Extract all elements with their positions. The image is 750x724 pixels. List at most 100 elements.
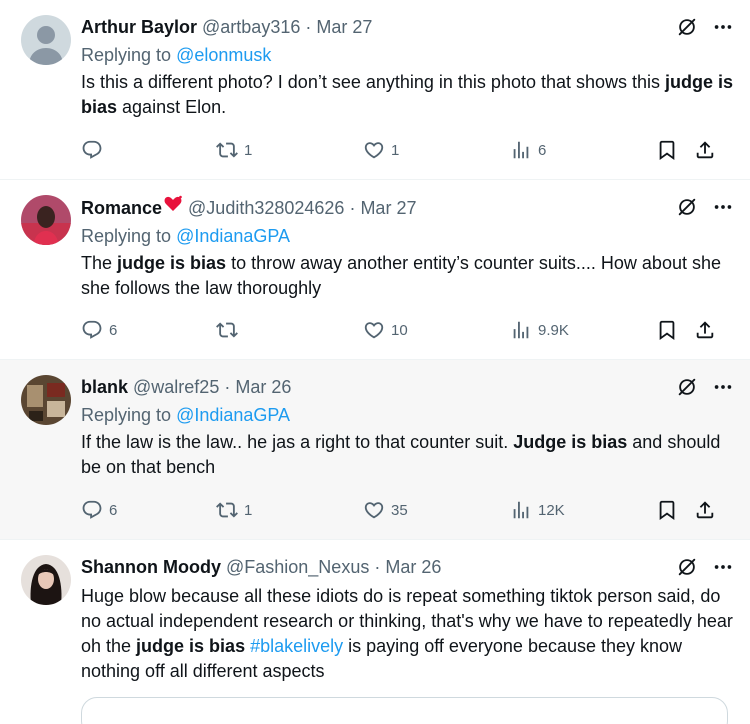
author-name[interactable]: Shannon Moody <box>81 554 221 580</box>
views-button[interactable]: 6 <box>510 139 656 161</box>
replying-to: Replying to @IndianaGPA <box>81 402 734 428</box>
grok-icon[interactable] <box>676 196 698 218</box>
tweet-2[interactable]: Romance @Judith328024626 · Mar 27 Replyi… <box>0 180 750 360</box>
replying-to: Replying to @IndianaGPA <box>81 223 734 249</box>
views-icon <box>510 139 532 161</box>
separator: · <box>349 198 356 218</box>
share-button[interactable] <box>694 499 716 521</box>
tweet-header: Shannon Moody @Fashion_Nexus · Mar 26 <box>81 554 734 580</box>
author-name[interactable]: Arthur Baylor <box>81 14 197 40</box>
like-button[interactable]: 35 <box>363 499 510 521</box>
reply-count: 6 <box>109 501 118 519</box>
bookmark-icon <box>656 319 678 341</box>
more-icon[interactable] <box>712 556 734 578</box>
tweet-text-segment: If the law is the law.. he jas a right t… <box>81 432 514 452</box>
highlighted-text: Judge is bias <box>513 432 628 452</box>
tweet-date[interactable]: Mar 27 <box>360 195 416 221</box>
tweet-text: The judge is bias to throw away another … <box>81 251 734 301</box>
grok-icon[interactable] <box>676 376 698 398</box>
grok-icon[interactable] <box>676 16 698 38</box>
bookmark-button[interactable] <box>656 319 694 341</box>
reply-mention-link[interactable]: @IndianaGPA <box>176 405 290 425</box>
tweet-1[interactable]: Arthur Baylor @artbay316 · Mar 27 Replyi… <box>0 0 750 180</box>
more-icon[interactable] <box>712 196 734 218</box>
views-count: 9.9K <box>538 321 569 339</box>
avatar[interactable] <box>21 375 71 425</box>
tweet-date[interactable]: Mar 26 <box>385 554 441 580</box>
tweet-3[interactable]: blank @walref25 · Mar 26 Replying to @In… <box>0 360 750 540</box>
highlighted-text: judge is bias <box>136 636 246 656</box>
bookmark-icon <box>656 499 678 521</box>
tweet-header: Romance @Judith328024626 · Mar 27 <box>81 194 734 221</box>
tweet-text: Huge blow because all these idiots do is… <box>81 584 734 684</box>
more-icon[interactable] <box>712 376 734 398</box>
repost-button[interactable]: 1 <box>216 139 363 161</box>
like-button[interactable]: 10 <box>363 319 510 341</box>
tweet-header: blank @walref25 · Mar 26 <box>81 374 734 400</box>
repost-button[interactable]: 1 <box>216 499 363 521</box>
default-avatar[interactable] <box>21 15 71 65</box>
reply-button[interactable]: 6 <box>81 499 216 521</box>
like-button[interactable]: 1 <box>363 139 510 161</box>
tweet-actions: 6 10 9.9K <box>81 319 728 341</box>
bookmark-button[interactable] <box>656 139 694 161</box>
repost-button[interactable] <box>216 319 363 341</box>
reply-icon <box>81 499 103 521</box>
views-count: 6 <box>538 141 547 159</box>
reply-mention-link[interactable]: @IndianaGPA <box>176 226 290 246</box>
bookmark-button[interactable] <box>656 499 694 521</box>
author-handle[interactable]: @Judith328024626 <box>188 195 344 221</box>
tweet-text-segment: against Elon. <box>117 97 227 117</box>
tweet-text: Is this a different photo? I don’t see a… <box>81 70 734 120</box>
avatar[interactable] <box>21 195 71 245</box>
quoted-tweet-card[interactable] <box>81 697 728 724</box>
separator: · <box>305 17 312 37</box>
repost-count: 1 <box>244 501 253 519</box>
replying-to-label: Replying to <box>81 45 177 65</box>
views-button[interactable]: 9.9K <box>510 319 656 341</box>
tweet-text-segment: Is this a different photo? I don’t see a… <box>81 72 666 92</box>
share-button[interactable] <box>694 139 716 161</box>
tweet-date[interactable]: Mar 27 <box>316 14 372 40</box>
views-icon <box>510 499 532 521</box>
like-icon <box>363 499 385 521</box>
hashtag-link[interactable]: #blakelively <box>250 636 343 656</box>
reply-button[interactable]: 6 <box>81 319 216 341</box>
like-icon <box>363 139 385 161</box>
avatar[interactable] <box>21 555 71 605</box>
tweet-date[interactable]: Mar 26 <box>235 374 291 400</box>
reply-icon <box>81 139 103 161</box>
share-button[interactable] <box>694 319 716 341</box>
grok-icon[interactable] <box>676 556 698 578</box>
tweet-actions: 1 1 6 <box>81 139 728 161</box>
repost-icon <box>216 319 238 341</box>
tweet-header: Arthur Baylor @artbay316 · Mar 27 <box>81 14 734 40</box>
views-button[interactable]: 12K <box>510 499 656 521</box>
like-icon <box>363 319 385 341</box>
views-count: 12K <box>538 501 565 519</box>
author-name[interactable]: Romance <box>81 195 162 221</box>
reply-count: 6 <box>109 321 118 339</box>
reply-button[interactable] <box>81 139 216 161</box>
author-handle[interactable]: @Fashion_Nexus <box>226 554 369 580</box>
bookmark-icon <box>656 139 678 161</box>
tweet-text-segment: The <box>81 253 118 273</box>
tweet-actions: 6 1 35 12K <box>81 499 728 521</box>
tweet-text: If the law is the law.. he jas a right t… <box>81 430 734 480</box>
author-handle[interactable]: @walref25 <box>133 374 219 400</box>
reply-mention-link[interactable]: @elonmusk <box>176 45 271 65</box>
author-name[interactable]: blank <box>81 374 128 400</box>
reply-icon <box>81 319 103 341</box>
more-icon[interactable] <box>712 16 734 38</box>
repost-icon <box>216 139 238 161</box>
tweet-top-actions <box>676 196 734 218</box>
author-handle[interactable]: @artbay316 <box>202 14 300 40</box>
separator: · <box>374 557 381 577</box>
like-count: 10 <box>391 321 408 339</box>
replying-to-label: Replying to <box>81 405 177 425</box>
views-icon <box>510 319 532 341</box>
replying-to-label: Replying to <box>81 226 177 246</box>
repost-count: 1 <box>244 141 253 159</box>
share-icon <box>694 499 716 521</box>
heart-emoji-icon <box>163 194 183 214</box>
